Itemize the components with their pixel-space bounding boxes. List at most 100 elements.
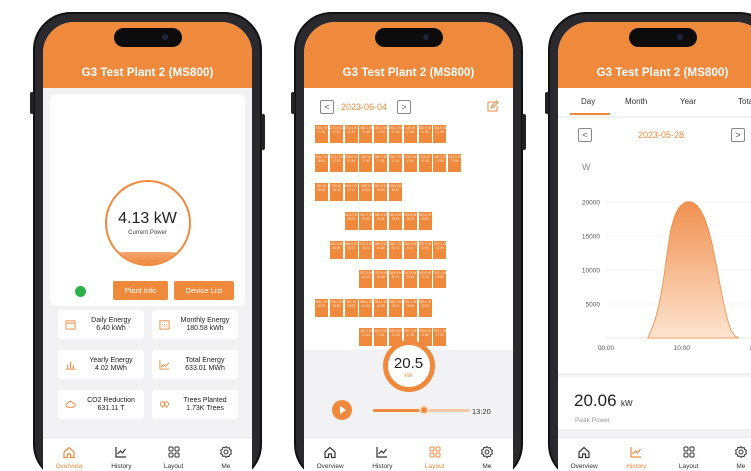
solar-panel[interactable]: 363.9 W 17.00	[418, 270, 432, 288]
solar-panel[interactable]: 396.4 W 16.44	[359, 299, 373, 317]
solar-panel[interactable]: 402.8 W 16.83	[374, 183, 388, 201]
device-list-button[interactable]: Device List	[174, 281, 234, 300]
solar-panel[interactable]: 392 W 16.94	[329, 183, 343, 201]
solar-panel[interactable]: 373.9 W 16.40	[374, 270, 388, 288]
nav-overview[interactable]: Overview	[304, 438, 356, 471]
solar-panel[interactable]: 366.1 W 17.48	[359, 125, 373, 143]
total-energy-card[interactable]: Total Energy 633.01 MWh	[152, 350, 238, 379]
solar-panel[interactable]: 385.8 W 16.73	[403, 212, 417, 230]
solar-panel[interactable]: 403.6 W 17.61	[374, 328, 388, 346]
solar-panel[interactable]: 420.1 W 17.80	[433, 154, 447, 172]
solar-panel[interactable]: 389 W 17.42	[359, 154, 373, 172]
solar-panel[interactable]: 386 W 16.93	[359, 183, 373, 201]
stat-label: Trees Planted	[183, 397, 227, 404]
solar-panel[interactable]: 375.1 W 15.80	[433, 270, 447, 288]
solar-panel[interactable]: 394.2 W 17.34	[389, 125, 402, 143]
tab-total[interactable]: Total	[738, 97, 751, 106]
solar-panel[interactable]: 423.3 W 17.02	[329, 154, 343, 172]
peak-power-label: Peak Power	[575, 417, 611, 424]
solar-panel[interactable]: 389.3 W 17.31	[374, 154, 388, 172]
solar-panel[interactable]: 373.2 W 16.73	[359, 241, 373, 259]
solar-panel[interactable]: 422.8 W 17.86	[448, 154, 462, 172]
stat-label: Total Energy	[185, 357, 225, 364]
solar-panel[interactable]: 391.1 W 16.80	[403, 299, 417, 317]
period-tabs: Day Month Year Total	[558, 88, 751, 116]
nav-layout[interactable]: Layout	[148, 438, 200, 471]
solar-panel[interactable]: 382.9 W 17.83	[418, 125, 432, 143]
solar-panel[interactable]: 384.5 W 16.71	[389, 270, 402, 288]
nav-label: Layout	[424, 463, 445, 470]
solar-panel[interactable]: 381.8 W 16.90	[389, 212, 402, 230]
prev-date-button[interactable]: <	[320, 100, 334, 114]
nav-me[interactable]: Me	[715, 438, 751, 471]
nav-history[interactable]: History	[95, 438, 147, 471]
tab-month[interactable]: Month	[625, 97, 647, 106]
nav-me[interactable]: Me	[200, 438, 252, 471]
solar-panel[interactable]: 391.6 W 17.43	[374, 125, 388, 143]
solar-panel[interactable]: 384.8 W 16.72	[344, 241, 358, 259]
dynamic-island	[374, 28, 443, 47]
solar-panel[interactable]: 375.1 W 17.51	[315, 125, 328, 143]
solar-panel[interactable]: 400.2 W 17.30	[359, 328, 373, 346]
solar-panel[interactable]: 395.7 W 17.32	[389, 154, 402, 172]
nav-label: Me	[221, 463, 231, 470]
daily-energy-card[interactable]: Daily Energy 6.40 kWh	[58, 310, 144, 339]
solar-panel[interactable]: 384.9 W 17.90	[433, 125, 447, 143]
solar-panel[interactable]: 425.6 W 17.51	[403, 154, 417, 172]
solar-panel[interactable]: 389.3 W 17.10	[403, 241, 417, 259]
yearly-energy-card[interactable]: Yearly Energy 4.02 MWh	[58, 350, 144, 379]
tree-icon	[159, 401, 170, 409]
prev-date-button[interactable]: <	[578, 128, 592, 142]
solar-panel[interactable]: 428 W 17.80	[403, 125, 417, 143]
solar-panel[interactable]: 376.1 W 15.80	[433, 241, 447, 259]
solar-panel[interactable]: 391 W 16.83	[315, 183, 328, 201]
nav-layout[interactable]: Layout	[409, 438, 461, 471]
nav-layout[interactable]: Layout	[663, 438, 715, 471]
x-tick-label: 00:00	[598, 345, 615, 352]
solar-panel[interactable]: 396.8 W 16.97	[389, 183, 402, 201]
next-date-button[interactable]: >	[397, 100, 411, 114]
playback-slider-handle[interactable]	[419, 405, 430, 415]
solar-panel[interactable]: 374.8 W 17.51	[329, 125, 343, 143]
selected-date[interactable]: 2023-05-28	[638, 130, 684, 140]
trees-planted-card[interactable]: Trees Planted 1.73K Trees	[152, 390, 238, 419]
tab-year[interactable]: Year	[680, 97, 696, 106]
solar-panel[interactable]: 394.1 W 16.55	[374, 299, 388, 317]
solar-panel[interactable]: 394.3 W 17.43	[344, 183, 358, 201]
nav-overview[interactable]: Overview	[558, 438, 610, 471]
edit-icon[interactable]	[486, 100, 499, 113]
solar-panel[interactable]: 395.1 W 16.62	[329, 299, 343, 317]
solar-panel[interactable]: 373.3 W 16.13	[359, 270, 373, 288]
solar-panel[interactable]: 396.4 W 16.91	[418, 299, 432, 317]
co2-reduction-card[interactable]: CO2 Reduction 631.11 T	[58, 390, 144, 419]
next-date-button[interactable]: >	[731, 128, 745, 142]
solar-panel[interactable]: 393.8 W 16.53	[403, 270, 417, 288]
solar-panel[interactable]: 398.6 W 17.64	[344, 154, 358, 172]
solar-panel[interactable]: 396.2 W 16.91	[315, 299, 328, 317]
nav-me[interactable]: Me	[461, 438, 513, 471]
solar-panel[interactable]: 383.2 W 16.93	[418, 212, 432, 230]
solar-panel[interactable]: 387.5 W 17.50	[418, 241, 432, 259]
nav-overview[interactable]: Overview	[43, 438, 95, 471]
solar-panel[interactable]: 414.7 W 16.25	[359, 212, 373, 230]
solar-panel[interactable]: 410.2 W 16.00	[344, 212, 358, 230]
solar-panel[interactable]: 384.6 W 16.06	[329, 241, 343, 259]
nav-history[interactable]: History	[356, 438, 408, 471]
solar-panel[interactable]: 384.3 W 16.82	[374, 241, 388, 259]
grid-icon	[429, 446, 441, 458]
solar-panel[interactable]: 392.1 W 17.90	[433, 328, 447, 346]
tab-day[interactable]: Day	[581, 97, 595, 106]
solar-panel[interactable]: 388.1 W 16.72	[389, 241, 402, 259]
solar-panel[interactable]: 406.7 W 16.91	[315, 154, 328, 172]
solar-panel[interactable]: 397 W 16.53	[344, 299, 358, 317]
monthly-energy-card[interactable]: Monthly Energy 180.58 kWh	[152, 310, 238, 339]
selected-date[interactable]: 2023-06-04	[341, 102, 387, 112]
solar-panel[interactable]: 388.4 W 16.31	[374, 212, 388, 230]
solar-panel[interactable]: 416 W 17.90	[418, 154, 432, 172]
solar-panel[interactable]: 392.6 W 17.37	[344, 125, 358, 143]
phone-overview: G3 Test Plant 2 (MS800) 4.13 kW Current …	[30, 12, 265, 471]
plant-info-button[interactable]: Plant Info	[113, 281, 168, 300]
play-button[interactable]	[332, 400, 352, 420]
solar-panel[interactable]: 396.2 W 16.71	[389, 299, 402, 317]
nav-history[interactable]: History	[610, 438, 662, 471]
